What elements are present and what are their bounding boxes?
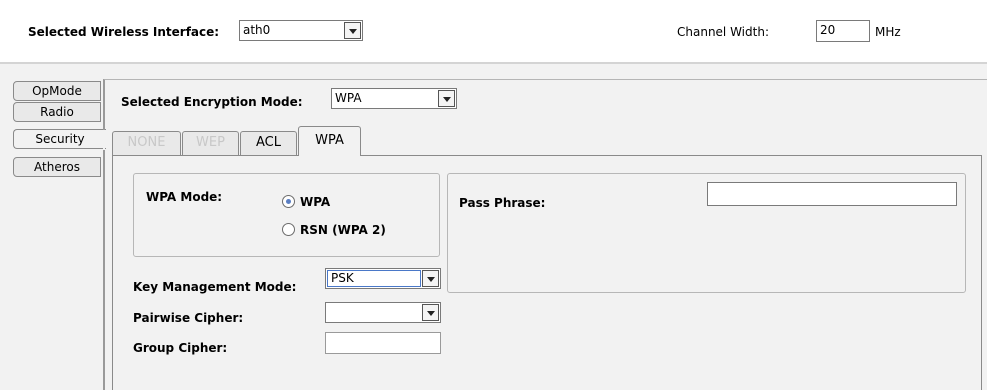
radio-rsn-label[interactable]: RSN (WPA 2) [300, 223, 386, 237]
tab-wep[interactable]: WEP [182, 131, 239, 155]
tab-acl[interactable]: ACL [240, 131, 297, 155]
pairwise-cipher-label: Pairwise Cipher: [133, 311, 244, 325]
tab-none[interactable]: NONE [112, 131, 181, 155]
side-tab-atheros[interactable]: Atheros [13, 157, 101, 177]
encryption-select-value: WPA [335, 91, 362, 105]
chevron-down-icon[interactable] [438, 90, 455, 107]
side-tab-opmode[interactable]: OpMode [13, 81, 101, 101]
pairwise-cipher-select[interactable] [325, 302, 441, 323]
encryption-select[interactable]: WPA [331, 88, 457, 109]
group-cipher-label: Group Cipher: [133, 341, 228, 355]
key-management-label: Key Management Mode: [133, 280, 297, 294]
pass-phrase-input[interactable] [707, 182, 957, 206]
chevron-down-icon[interactable] [344, 22, 361, 39]
group-cipher-field [325, 332, 441, 354]
encryption-label: Selected Encryption Mode: [121, 95, 303, 109]
key-management-select[interactable]: PSK [325, 268, 441, 289]
radio-rsn[interactable] [282, 223, 295, 236]
security-tab-join [103, 130, 105, 150]
wpa-mode-group [133, 173, 440, 257]
radio-wpa-label[interactable]: WPA [300, 195, 330, 209]
side-tab-security[interactable]: Security [13, 129, 106, 149]
channel-width-input[interactable]: 20 [816, 20, 870, 42]
pass-phrase-label: Pass Phrase: [459, 196, 546, 210]
channel-width-unit: MHz [875, 25, 901, 39]
channel-width-value: 20 [820, 23, 836, 37]
chevron-down-icon[interactable] [422, 304, 439, 321]
side-tab-radio[interactable]: Radio [13, 102, 101, 122]
interface-select-value: ath0 [243, 23, 271, 37]
chevron-down-icon[interactable] [422, 270, 439, 287]
interface-label: Selected Wireless Interface: [28, 25, 220, 39]
interface-select[interactable]: ath0 [239, 20, 363, 41]
key-management-value: PSK [327, 270, 421, 287]
channel-width-label: Channel Width: [677, 25, 769, 39]
tab-wpa[interactable]: WPA [298, 126, 361, 156]
radio-wpa[interactable] [282, 195, 295, 208]
active-tab-join [299, 154, 360, 157]
top-panel-divider [0, 62, 987, 64]
wpa-mode-label: WPA Mode: [146, 190, 223, 204]
